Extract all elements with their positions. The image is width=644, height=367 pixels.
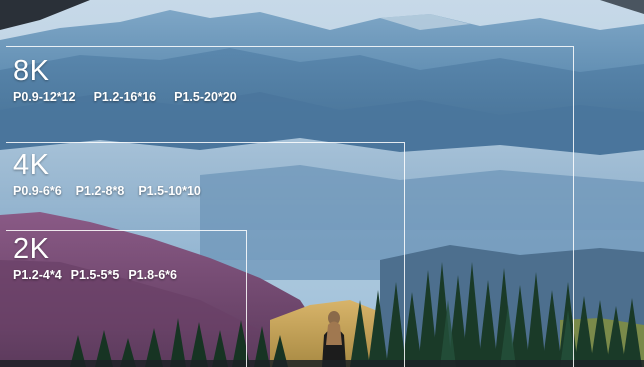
resolution-title-2k: 2K [13,233,50,265]
resolution-specs-8k: P0.9-12*12 P1.2-16*16 P1.5-20*20 [13,90,255,104]
spec-item: P1.2-16*16 [93,90,157,104]
spec-item: P0.9-12*12 [13,90,76,104]
resolution-specs-2k: P1.2-4*4 P1.5-5*5 P1.8-6*6 [13,268,186,282]
spec-item: P1.2-8*8 [75,184,125,198]
spec-item: P0.9-6*6 [13,184,62,198]
resolution-specs-4k: P0.9-6*6 P1.2-8*8 P1.5-10*10 [13,184,215,198]
resolution-title-8k: 8K [13,55,50,87]
spec-item: P1.8-6*6 [128,268,177,282]
spec-item: P1.5-10*10 [138,184,201,198]
resolution-comparison-banner: 8K P0.9-12*12 P1.2-16*16 P1.5-20*20 4K P… [0,0,644,367]
spec-item: P1.5-20*20 [174,90,237,104]
resolution-title-4k: 4K [13,149,50,181]
spec-item: P1.2-4*4 [13,268,62,282]
spec-item: P1.5-5*5 [70,268,120,282]
